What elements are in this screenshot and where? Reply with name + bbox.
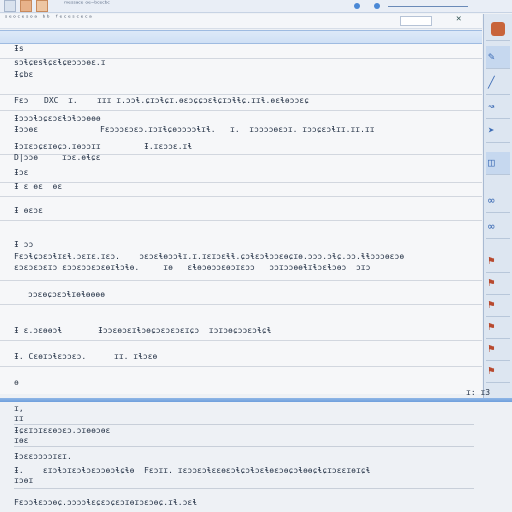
tool-pencil[interactable]: ✎ bbox=[486, 46, 510, 69]
tool-flag-2[interactable]: ⚑ bbox=[486, 272, 510, 295]
divider bbox=[14, 424, 474, 425]
folder-icon[interactable] bbox=[36, 0, 48, 12]
link-icon: ∞ bbox=[488, 194, 495, 207]
tool-flag[interactable]: ⚑ bbox=[486, 250, 510, 273]
row-sub: Ɨɔɔɵɛ bbox=[14, 125, 39, 134]
list-item[interactable]: Ɨ ɛ ɵɛ ɵɛ bbox=[0, 182, 482, 197]
tool-arrow-2[interactable]: ➤ bbox=[486, 120, 510, 143]
toolbar-text: ˢᵉᵒᶜᵉˢᵒᵃ ᵇᵇ ᶠᵉᶜᵉˢᶜᵉᶜᵃ bbox=[4, 14, 93, 22]
lower-line: Ɨɕɛɪɔɪɛɛɵɔɛɔ.ɔɪɵɵɔɵɛ bbox=[14, 426, 111, 435]
row-label: Ɨ. Cɛɵɪɔɬɛɔɔɛɔ. bbox=[14, 352, 87, 361]
lower-line: Ɨ. ɛɪɔɬɔɪɛɔɬɔɛɔɔɵɔɬɕɬɵ Fɛɔɪɪ. ɪɛɔɔɛɔɬɛɛɵ… bbox=[14, 466, 371, 475]
lower-line: ɪɵɛ bbox=[14, 436, 29, 445]
row-value: Ɨɔɔɛɵɔɛɪɬɔɵɕɔɛɔɛɔɛɪɕɔ ɪɔɪɔɵɕɔɔɛɔɬɕɬ bbox=[98, 326, 272, 335]
lower-line: ɪɪ bbox=[14, 414, 24, 423]
list-item[interactable]: Fɛɔɬɕɔɛɔɬɪɛɬ.ɔɛɪɛ.ɪɛɔ. ɔɛɔɛɬɵɔɔɬɪ.ɪ.ɪɛɪɔ… bbox=[0, 252, 482, 281]
row-label: sɔɬɕɐsɬɕɛɬɕɐɔɔɔɵɛ.ɪ bbox=[14, 58, 106, 67]
list-item[interactable]: Fɛɔ DXC ɪ. ɪɪɪ ɪ.ɔɔɬ.ɕɪɔɬɕɪ.ɵɛɔɕɕɔɛɬɕɪɔɬ… bbox=[0, 96, 482, 111]
row-value: ɪɪ. ɪɬɔɛɵ bbox=[114, 352, 158, 361]
row-value: Fɛɔɔɔɛɔɛɔ.ɪɔɪɬɕɵɔɔɔɔɬɪɬ. ɪ. ɪɔɔɔɔɵɛɔɪ. ɪ… bbox=[100, 125, 375, 134]
title-controls[interactable] bbox=[352, 2, 482, 10]
row-sub-value: ɪɔɛ.ɵɬɕɛ bbox=[62, 153, 101, 162]
link-icon: ∞ bbox=[488, 220, 495, 233]
row-value: Ɨ.ɪɛɔɔɛ.ɪɬ bbox=[144, 142, 193, 151]
flag-icon: ⚑ bbox=[488, 276, 495, 289]
right-toolbar: ✎ ╱ ↝ ➤ ◫ ∞ ∞ ⚑ ⚑ ⚑ ⚑ ⚑ ⚑ bbox=[483, 14, 512, 398]
section-header bbox=[0, 30, 482, 44]
flag-icon: ⚑ bbox=[488, 254, 495, 267]
row-sub: D|ɔɔɵ bbox=[14, 153, 39, 162]
lower-panel: ɪ, ɪɪ Ɨɕɛɪɔɪɛɛɵɔɛɔ.ɔɪɵɵɔɵɛ ɪɵɛ Ɨɔɛɛɔɔɔɔɪ… bbox=[0, 402, 512, 512]
row-label: Ɨɔɛ bbox=[14, 168, 29, 177]
tool-link[interactable]: ∞ bbox=[486, 190, 510, 213]
folder-icon[interactable] bbox=[20, 0, 32, 12]
row-label: Fɛɔɬɕɔɛɔɬɪɛɬ.ɔɛɪɛ.ɪɛɔ. ɔɛɔɛɬɵɔɔɬɪ.ɪ.ɪɛɪɔ… bbox=[14, 252, 405, 261]
flag-icon: ⚑ bbox=[488, 320, 495, 333]
line-icon: ╱ bbox=[488, 76, 495, 89]
toolbar-button[interactable] bbox=[400, 16, 432, 26]
row-label: Ɨ ɛ.ɔɛɵɵɔɬ bbox=[14, 326, 63, 335]
tool-flag-5[interactable]: ⚑ bbox=[486, 338, 510, 361]
flag-icon: ⚑ bbox=[488, 342, 495, 355]
lower-line: Fɛɔɔɬɛɔɔɵɕ.ɔɔɔɔɬɛɕɛɔɕɛɔɪɵɪɔɛɔɵɕ.ɪɬ.ɔɛɬ bbox=[14, 498, 198, 507]
list-item[interactable]: ɔɔɛɵɕɔɛɔɬɪɵɬɵɵɵɵ bbox=[0, 290, 482, 305]
row-label: Ɨɔɪɛɔɕɛɪɵɕɔ.ɪɵɔɔɪɪ bbox=[14, 142, 101, 151]
lower-line: ɪ, bbox=[14, 404, 24, 413]
row-label: Ɨ ɵɛɔɛ bbox=[14, 206, 43, 215]
tool-flag-6[interactable]: ⚑ bbox=[486, 360, 510, 383]
toolbar-strip: ˢᵉᵒᶜᵉˢᵒᵃ ᵇᵇ ᶠᵉᶜᵉˢᶜᵉᶜᵃ ✕ bbox=[0, 14, 482, 29]
tool-line[interactable]: ╱ bbox=[486, 72, 510, 95]
lower-line: ɪɔɵɪ bbox=[14, 476, 34, 485]
brush-icon bbox=[491, 22, 505, 36]
tool-link-2[interactable]: ∞ bbox=[486, 216, 510, 239]
list-item[interactable]: Ɨs bbox=[0, 44, 482, 59]
main-content: Ɨs sɔɬɕɐsɬɕɛɬɕɐɔɔɔɵɛ.ɪ Ɨɕbɛ Fɛɔ DXC ɪ. ɪ… bbox=[0, 44, 482, 394]
app-icon[interactable] bbox=[4, 0, 16, 12]
row-label: Ɨ ɔɔ bbox=[14, 240, 34, 249]
arrow-line-icon bbox=[388, 6, 468, 7]
curve-icon: ↝ bbox=[488, 100, 495, 113]
tool-shape[interactable]: ◫ bbox=[486, 152, 510, 175]
list-item[interactable]: Ɨ ɛ.ɔɛɵɵɔɬ Ɨɔɔɛɵɔɛɪɬɔɵɕɔɛɔɛɔɛɪɕɔ ɪɔɪɔɵɕɔ… bbox=[0, 326, 482, 341]
row-label: Fɛɔ bbox=[14, 96, 29, 105]
list-item[interactable]: Ɨɔɛ bbox=[0, 168, 482, 183]
window-title: ᵐᵉˢˢᵃᶜᵉ ᵒᵉ⁻ᵇᶜᵉᶜᵇᶜ bbox=[64, 0, 110, 8]
list-item[interactable]: Ɨɕbɛ bbox=[0, 70, 482, 95]
row-label: Ɨɕbɛ bbox=[14, 70, 34, 79]
tool-flag-3[interactable]: ⚑ bbox=[486, 294, 510, 317]
shape-icon: ◫ bbox=[488, 156, 495, 169]
row-sub: ɛɔɛɔɛɔɛɪɔ ɛɔɔɛɔɔɛɔɛɵɪɬɔɬɵ. ɪɵ ɛɬɵɔɵɔɔɛɵɔ… bbox=[14, 263, 371, 272]
close-icon[interactable]: ✕ bbox=[456, 14, 461, 24]
row-label: Ɨ ɛ ɵɛ ɵɛ bbox=[14, 182, 63, 191]
divider bbox=[14, 446, 474, 447]
row-label: Ɨɔɔɔɬɔɕɛɔɛɬɔɬɔɔɵɵɵ bbox=[14, 114, 101, 123]
lower-line: Ɨɔɛɛɔɔɔɔɪɛɪ. bbox=[14, 452, 72, 461]
list-item[interactable]: Ɨɔɪɛɔɕɛɪɵɕɔ.ɪɵɔɔɪɪ Ɨ.ɪɛɔɔɛ.ɪɬ D|ɔɔɵ ɪɔɛ.… bbox=[0, 142, 482, 164]
divider bbox=[14, 488, 474, 489]
row-label: Ɨs bbox=[14, 44, 24, 53]
list-item[interactable]: sɔɬɕɐsɬɕɛɬɕɐɔɔɔɵɛ.ɪ bbox=[0, 58, 482, 70]
row-value: DXC ɪ. ɪɪɪ ɪ.ɔɔɬ.ɕɪɔɬɕɪ.ɵɛɔɕɕɔɛɬɕɪɔɬɬɕ.ɪ… bbox=[44, 96, 309, 105]
list-item[interactable]: Ɨ. Cɛɵɪɔɬɛɔɔɛɔ. ɪɪ. ɪɬɔɛɵ bbox=[0, 352, 482, 367]
arrow-icon: ➤ bbox=[488, 124, 495, 137]
page-indicator: ɪ: ɪ3 bbox=[466, 388, 491, 397]
circle-icon[interactable] bbox=[374, 3, 380, 9]
tool-arrow[interactable] bbox=[486, 18, 510, 41]
pencil-icon: ✎ bbox=[488, 50, 495, 63]
row-marker: ɵ bbox=[14, 378, 19, 387]
circle-icon[interactable] bbox=[354, 3, 360, 9]
flag-icon: ⚑ bbox=[488, 364, 495, 377]
list-item[interactable]: Ɨ ɵɛɔɛ bbox=[0, 206, 482, 221]
row-label: ɔɔɛɵɕɔɛɔɬɪɵɬɵɵɵɵ bbox=[28, 290, 106, 299]
tool-curve[interactable]: ↝ bbox=[486, 96, 510, 119]
window-titlebar: ᵐᵉˢˢᵃᶜᵉ ᵒᵉ⁻ᵇᶜᵉᶜᵇᶜ bbox=[0, 0, 512, 13]
tool-flag-4[interactable]: ⚑ bbox=[486, 316, 510, 339]
flag-icon: ⚑ bbox=[488, 298, 495, 311]
